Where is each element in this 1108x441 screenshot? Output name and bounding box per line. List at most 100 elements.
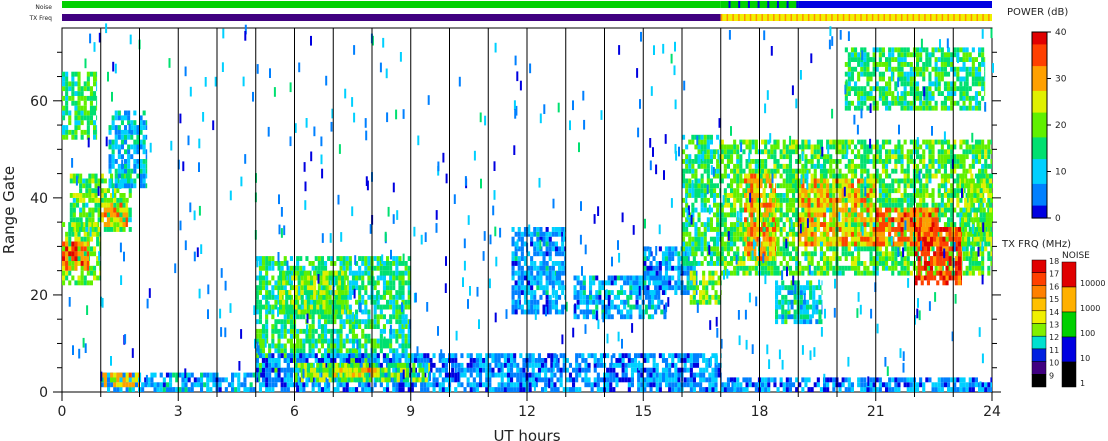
heatmap-cell: [663, 314, 667, 320]
heatmap-cell: [838, 270, 842, 276]
heatmap-cell: [300, 285, 304, 291]
heatmap-cell: [660, 309, 664, 315]
heatmap-cell: [596, 372, 600, 378]
heatmap-cell: [96, 71, 98, 77]
heatmap-cell: [730, 183, 734, 189]
heatmap-cell: [255, 367, 259, 373]
heatmap-cell: [117, 125, 121, 130]
heatmap-cell: [850, 149, 854, 155]
heatmap-cell: [482, 362, 486, 368]
heatmap-cell: [373, 382, 377, 388]
heatmap-cell: [609, 382, 613, 388]
heatmap-cell: [86, 270, 90, 276]
heatmap-cell: [598, 299, 602, 305]
heatmap-cell: [203, 382, 207, 388]
heatmap-cell: [819, 178, 823, 184]
heatmap-cell: [103, 227, 107, 232]
heatmap-cell: [897, 202, 901, 208]
heatmap-cell: [854, 173, 858, 179]
heatmap-cell: [351, 324, 355, 329]
heatmap-cell: [310, 362, 314, 368]
heatmap-cell: [124, 149, 128, 155]
heatmap-cell: [624, 372, 628, 378]
heatmap-cell: [65, 251, 69, 257]
heatmap-cell: [516, 387, 520, 392]
heatmap-cell: [638, 314, 642, 320]
heatmap-cell: [384, 367, 388, 373]
heatmap-cell: [398, 256, 402, 261]
heatmap-cell: [857, 183, 861, 189]
heatmap-cell: [674, 353, 678, 359]
heatmap-cell: [355, 319, 359, 325]
heatmap-cell: [844, 222, 848, 227]
heatmap-cell: [779, 173, 783, 179]
heatmap-cell: [903, 183, 907, 189]
heatmap-cell: [685, 168, 689, 174]
heatmap-cell: [389, 280, 393, 286]
heatmap-cell: [716, 163, 720, 169]
heatmap-cell: [479, 367, 483, 373]
heatmap-cell: [885, 168, 889, 174]
heatmap-cell: [668, 261, 672, 266]
heatmap-cell: [723, 144, 727, 150]
heatmap-cell: [713, 261, 717, 266]
heatmap-cell: [885, 265, 889, 271]
heatmap-cell: [93, 125, 97, 130]
heatmap-cell: [545, 261, 549, 266]
heatmap-cell: [392, 261, 396, 266]
heatmap-cell: [850, 173, 854, 179]
heatmap-cell: [108, 168, 112, 174]
heatmap-cell: [311, 382, 315, 388]
heatmap-cell: [623, 290, 627, 295]
heatmap-cell: [779, 231, 783, 237]
heatmap-cell: [89, 110, 93, 116]
heatmap-cell: [720, 241, 724, 247]
heatmap-cell: [661, 251, 665, 257]
heatmap-cell: [494, 387, 498, 392]
heatmap-cell: [548, 265, 552, 271]
heatmap-cell: [271, 294, 275, 300]
heatmap-cell: [761, 270, 765, 276]
heatmap-cell: [511, 309, 515, 315]
heatmap-cell: [299, 353, 303, 359]
heatmap-cell: [700, 231, 704, 237]
heatmap-cell: [854, 163, 858, 169]
heatmap-cell: [510, 353, 514, 359]
heatmap-cell: [345, 387, 349, 392]
heatmap-cell: [720, 159, 724, 164]
heatmap-cell: [288, 309, 292, 315]
heatmap-cell: [548, 270, 552, 276]
heatmap-cell: [187, 387, 191, 392]
heatmap-cell: [376, 304, 380, 310]
heatmap-cell: [736, 236, 740, 242]
heatmap-cell: [891, 202, 895, 208]
heatmap-cell: [420, 382, 424, 388]
heatmap-cell: [127, 159, 131, 164]
heatmap-cell: [888, 251, 892, 257]
heatmap-cell: [150, 377, 154, 383]
heatmap-cell: [120, 154, 124, 160]
heatmap-cell: [863, 163, 867, 169]
heatmap-cell: [638, 275, 642, 281]
heatmap-cell: [355, 309, 359, 315]
heatmap-cell: [68, 222, 72, 227]
heatmap-cell: [652, 265, 656, 271]
heatmap-cell: [733, 178, 737, 184]
heatmap-cell: [697, 183, 701, 189]
heatmap-cell: [776, 241, 780, 247]
heatmap-cell: [714, 299, 718, 305]
heatmap-cell: [584, 372, 588, 378]
heatmap-cell: [324, 314, 328, 320]
heatmap-cell: [65, 236, 69, 242]
heatmap-cell: [89, 115, 93, 121]
heatmap-cell: [695, 290, 698, 295]
heatmap-cell: [517, 290, 521, 295]
heatmap-cell: [348, 324, 352, 329]
heatmap-cell: [347, 377, 351, 383]
heatmap-cell: [401, 275, 405, 281]
heatmap-cell: [96, 129, 98, 135]
heatmap-cell: [891, 149, 895, 155]
heatmap-cell: [255, 299, 259, 305]
heatmap-cell: [258, 265, 262, 271]
heatmap-cell: [872, 163, 876, 169]
